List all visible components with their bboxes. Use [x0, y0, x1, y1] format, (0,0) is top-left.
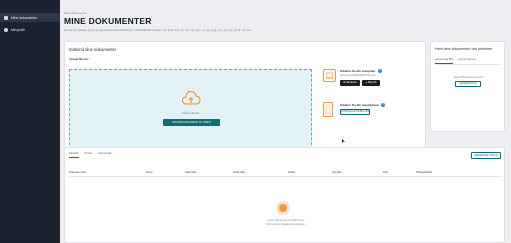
upload-card: Indsend dine dokumenter Upload filer her… [64, 41, 426, 164]
info-icon[interactable]: i [377, 69, 382, 74]
pin-note: Ingen PIN genereret endnu [453, 76, 484, 79]
sidebar-item-documents[interactable]: Mine dokumenter [0, 13, 60, 22]
documents-list-card: Aktuelle Printet Downloads GENNEMSE STAT… [64, 147, 505, 243]
column-header[interactable]: Filer [383, 171, 388, 174]
user-icon [4, 27, 8, 32]
documents-tabs: Aktuelle Printet Downloads [69, 152, 112, 158]
tab-downloads[interactable]: Downloads [98, 152, 111, 158]
download-computer-title: Udskriv fra din computer i [340, 69, 382, 74]
download-mobile-app-button[interactable]: DOWNLOAD MOBIL APP [340, 109, 370, 115]
windows-download-button[interactable]: ⊞ Windows [340, 80, 360, 86]
file-dropzone[interactable]: Træk & slip filer UPLOAD DOKUMENT TIL PR… [69, 69, 312, 155]
upload-card-title: Indsend dine dokumenter [69, 47, 117, 52]
smartphone-icon [323, 102, 333, 117]
download-computer-subtitle: Download SMARTPRINT klienten [340, 74, 376, 77]
computer-icon [323, 69, 336, 82]
generate-pin-button[interactable]: GENERER PIN [455, 81, 481, 87]
empty-state-title: Ingen dokumenter til udskrivning [267, 219, 304, 222]
column-header[interactable]: Farve [146, 171, 153, 174]
column-header[interactable]: Dokumentnavn [69, 171, 86, 174]
column-header[interactable]: Antal sider [233, 171, 245, 174]
column-header[interactable]: Oprettet [332, 171, 341, 174]
sidebar-item-label: Min profil [11, 27, 25, 32]
sidebar-item-label: Mine dokumenter [11, 15, 38, 20]
main-content: Mine dokumenter MINE DOKUMENTER Her kan … [60, 0, 511, 243]
tabs-divider [435, 64, 501, 65]
sidebar-item-profile[interactable]: Min profil [0, 25, 60, 34]
documents-icon [4, 15, 8, 20]
macos-download-button[interactable]: ● MacOS [362, 80, 380, 86]
empty-state-subtitle: Start med at uploade dit dokument [266, 223, 305, 226]
page-description: Her kan du uploade, printe og administre… [64, 29, 252, 32]
tab-printed[interactable]: Printet [85, 152, 93, 158]
refresh-status-button[interactable]: GENNEMSE STATUS [471, 152, 501, 159]
sidebar: Mine dokumenter Min profil [0, 0, 60, 243]
upload-document-button[interactable]: UPLOAD DOKUMENT TIL PRINT [163, 119, 220, 126]
column-header[interactable]: Sider/side [185, 171, 197, 174]
upload-field-label: Upload filer her [69, 58, 89, 61]
column-header[interactable]: Status [288, 171, 295, 174]
page-title: MINE DOKUMENTER [64, 16, 152, 26]
tab-current[interactable]: Aktuelle [69, 152, 79, 158]
drop-text: Træk & slip filer [181, 112, 200, 115]
download-phone-title: Udskriv fra din smartphone i [340, 103, 386, 108]
print-pickup-card: Hent dine dokumenter ved printeren Log i… [430, 41, 505, 132]
info-icon[interactable]: i [381, 103, 386, 108]
cloud-upload-icon [181, 90, 201, 105]
print-card-title: Hent dine dokumenter ved printeren [435, 47, 493, 51]
column-header[interactable]: Tilbagebetalte [416, 171, 432, 174]
breadcrumb[interactable]: Mine dokumenter [64, 11, 87, 15]
documents-table-header: Dokumentnavn Farve Sider/side Antal side… [69, 171, 502, 177]
empty-documents-icon [276, 201, 290, 215]
